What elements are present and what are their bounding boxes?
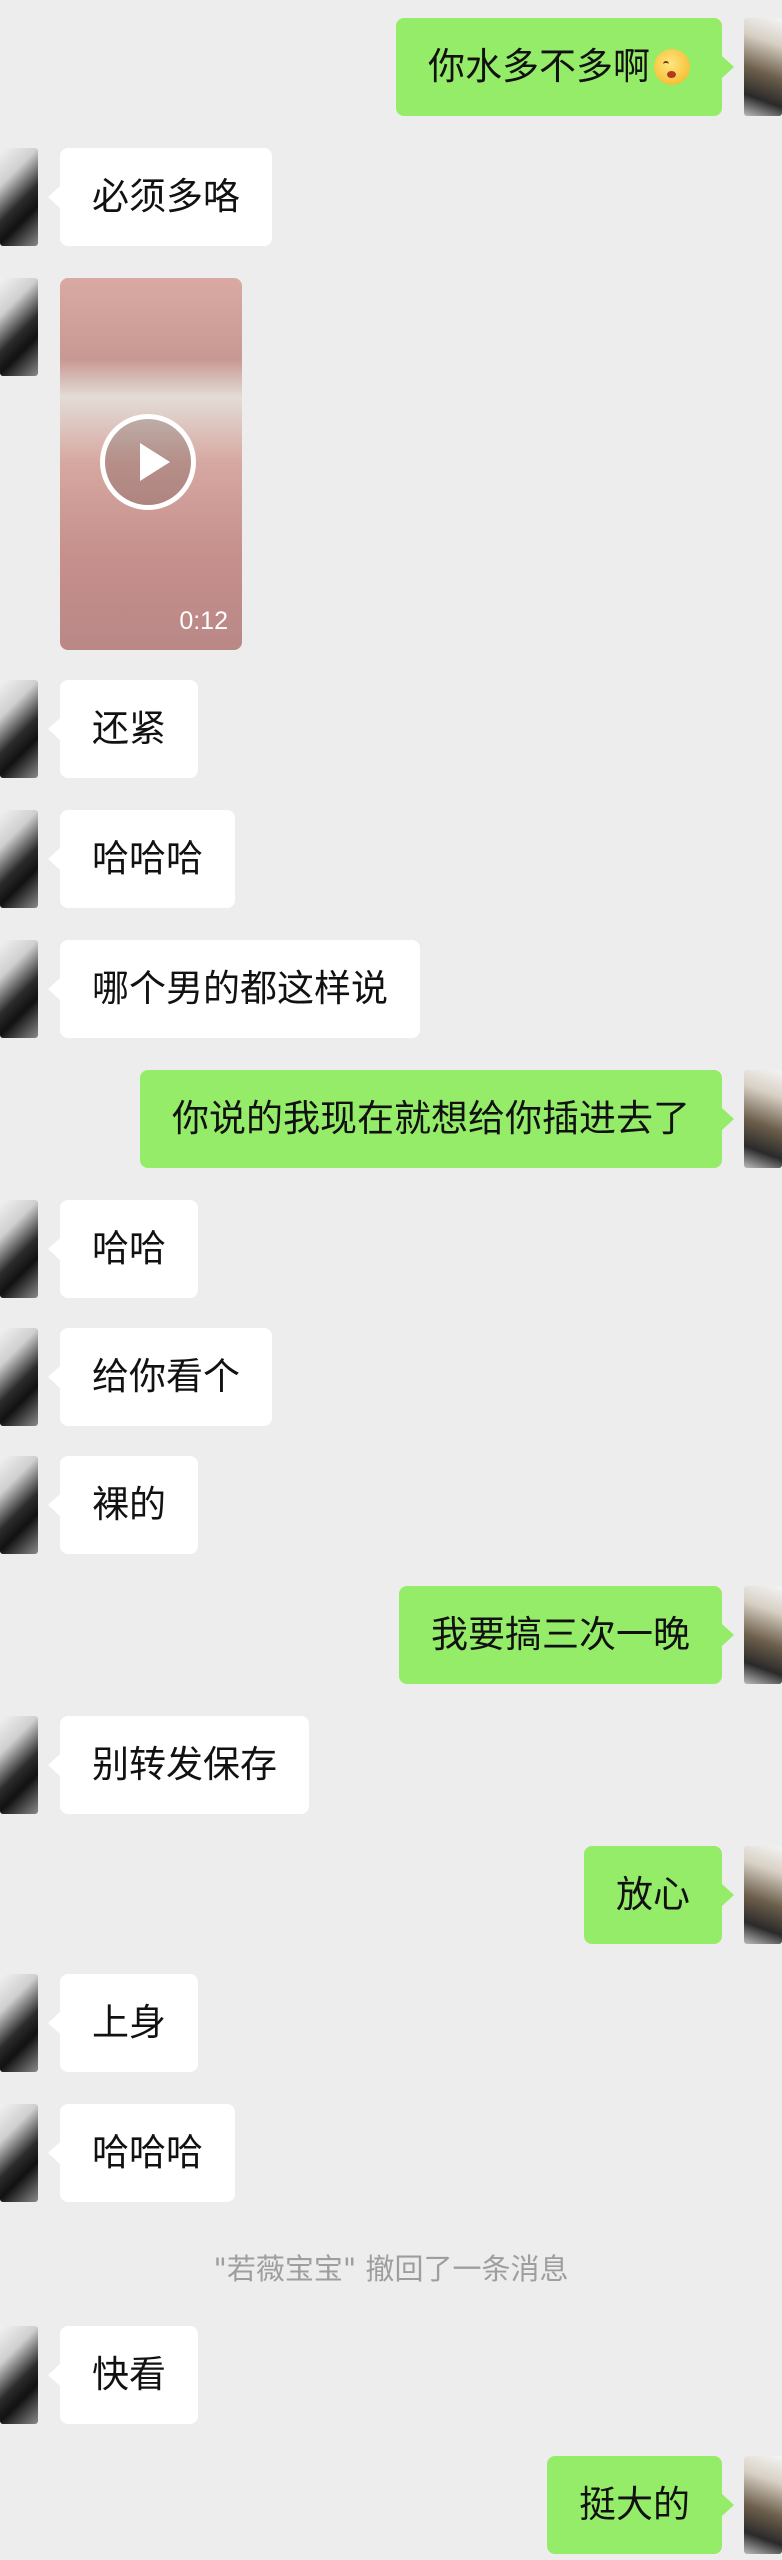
message-row-outgoing: 你说的我现在就想给你插进去了	[0, 1070, 782, 1168]
message-text: 别转发保存	[92, 1743, 277, 1786]
message-text: 挺大的	[579, 2483, 690, 2526]
message-row-outgoing: 挺大的	[0, 2456, 782, 2554]
message-row-incoming: 别转发保存	[0, 1716, 782, 1814]
message-text: 哈哈哈	[92, 837, 203, 880]
message-row-incoming: 快看	[0, 2326, 782, 2424]
avatar-contact[interactable]	[0, 1200, 38, 1298]
avatar-contact[interactable]	[0, 1328, 38, 1426]
avatar-self[interactable]	[744, 1586, 782, 1684]
avatar-contact[interactable]	[0, 810, 38, 908]
message-row-incoming: 还紧	[0, 680, 782, 778]
message-row-incoming: 给你看个	[0, 1328, 782, 1426]
message-row-outgoing: 放心	[0, 1846, 782, 1944]
message-bubble-incoming[interactable]: 哈哈	[48, 1200, 198, 1298]
message-text: 哪个男的都这样说	[92, 967, 388, 1010]
message-text: 上身	[92, 2001, 166, 2044]
message-bubble-incoming[interactable]: 必须多咯	[48, 148, 272, 246]
message-bubble-incoming[interactable]: 哈哈哈	[48, 2104, 235, 2202]
message-bubble-incoming[interactable]: 哪个男的都这样说	[48, 940, 420, 1038]
play-icon[interactable]	[100, 414, 196, 510]
message-text: 你水多不多啊	[428, 45, 650, 88]
message-text: 必须多咯	[92, 175, 240, 218]
message-bubble-outgoing[interactable]: 放心	[584, 1846, 734, 1944]
message-text: 你说的我现在就想给你插进去了	[172, 1097, 690, 1140]
avatar-contact[interactable]	[0, 2326, 38, 2424]
message-bubble-incoming[interactable]: 别转发保存	[48, 1716, 309, 1814]
message-bubble-incoming[interactable]: 上身	[48, 1974, 198, 2072]
message-text: 快看	[92, 2353, 166, 2396]
message-text: 哈哈	[92, 1227, 166, 1270]
video-duration: 0:12	[179, 607, 228, 635]
message-text: 给你看个	[92, 1355, 240, 1398]
message-row-incoming: 哈哈哈	[0, 2104, 782, 2202]
message-bubble-incoming[interactable]: 快看	[48, 2326, 198, 2424]
message-bubble-incoming[interactable]: 裸的	[48, 1456, 198, 1554]
message-row-incoming: 必须多咯	[0, 148, 782, 246]
message-row-incoming: 0:12	[0, 278, 782, 650]
avatar-contact[interactable]	[0, 1716, 38, 1814]
avatar-contact[interactable]	[0, 1974, 38, 2072]
avatar-contact[interactable]	[0, 278, 38, 376]
video-message-thumbnail[interactable]: 0:12	[60, 278, 242, 650]
message-text: 哈哈哈	[92, 2131, 203, 2174]
avatar-contact[interactable]	[0, 680, 38, 778]
message-bubble-outgoing[interactable]: 挺大的	[547, 2456, 734, 2554]
recall-notice: "若薇宝宝" 撤回了一条消息	[213, 2252, 569, 2286]
avatar-contact[interactable]	[0, 148, 38, 246]
message-bubble-outgoing[interactable]: 你水多不多啊	[396, 18, 734, 116]
avatar-self[interactable]	[744, 1070, 782, 1168]
avatar-contact[interactable]	[0, 2104, 38, 2202]
message-bubble-outgoing[interactable]: 你说的我现在就想给你插进去了	[140, 1070, 734, 1168]
chat-message-list: 你水多不多啊 必须多咯 0:12 还紧 哈哈哈 哪个男的都这样说 你说的我现在就…	[0, 0, 782, 2560]
avatar-self[interactable]	[744, 2456, 782, 2554]
message-bubble-incoming[interactable]: 哈哈哈	[48, 810, 235, 908]
message-row-incoming: 裸的	[0, 1456, 782, 1554]
message-text: 裸的	[92, 1483, 166, 1526]
message-row-incoming: 哪个男的都这样说	[0, 940, 782, 1038]
message-row-outgoing: 我要搞三次一晚	[0, 1586, 782, 1684]
message-row-incoming: 上身	[0, 1974, 782, 2072]
message-row-outgoing: 你水多不多啊	[0, 18, 782, 116]
message-bubble-incoming[interactable]: 还紧	[48, 680, 198, 778]
message-bubble-incoming[interactable]: 给你看个	[48, 1328, 272, 1426]
avatar-contact[interactable]	[0, 940, 38, 1038]
message-text: 放心	[616, 1873, 690, 1916]
message-bubble-outgoing[interactable]: 我要搞三次一晚	[399, 1586, 734, 1684]
kissing-face-icon	[654, 49, 690, 85]
message-text: 还紧	[92, 707, 166, 750]
message-row-incoming: 哈哈哈	[0, 810, 782, 908]
avatar-self[interactable]	[744, 1846, 782, 1944]
avatar-self[interactable]	[744, 18, 782, 116]
message-text: 我要搞三次一晚	[431, 1613, 690, 1656]
avatar-contact[interactable]	[0, 1456, 38, 1554]
message-row-incoming: 哈哈	[0, 1200, 782, 1298]
